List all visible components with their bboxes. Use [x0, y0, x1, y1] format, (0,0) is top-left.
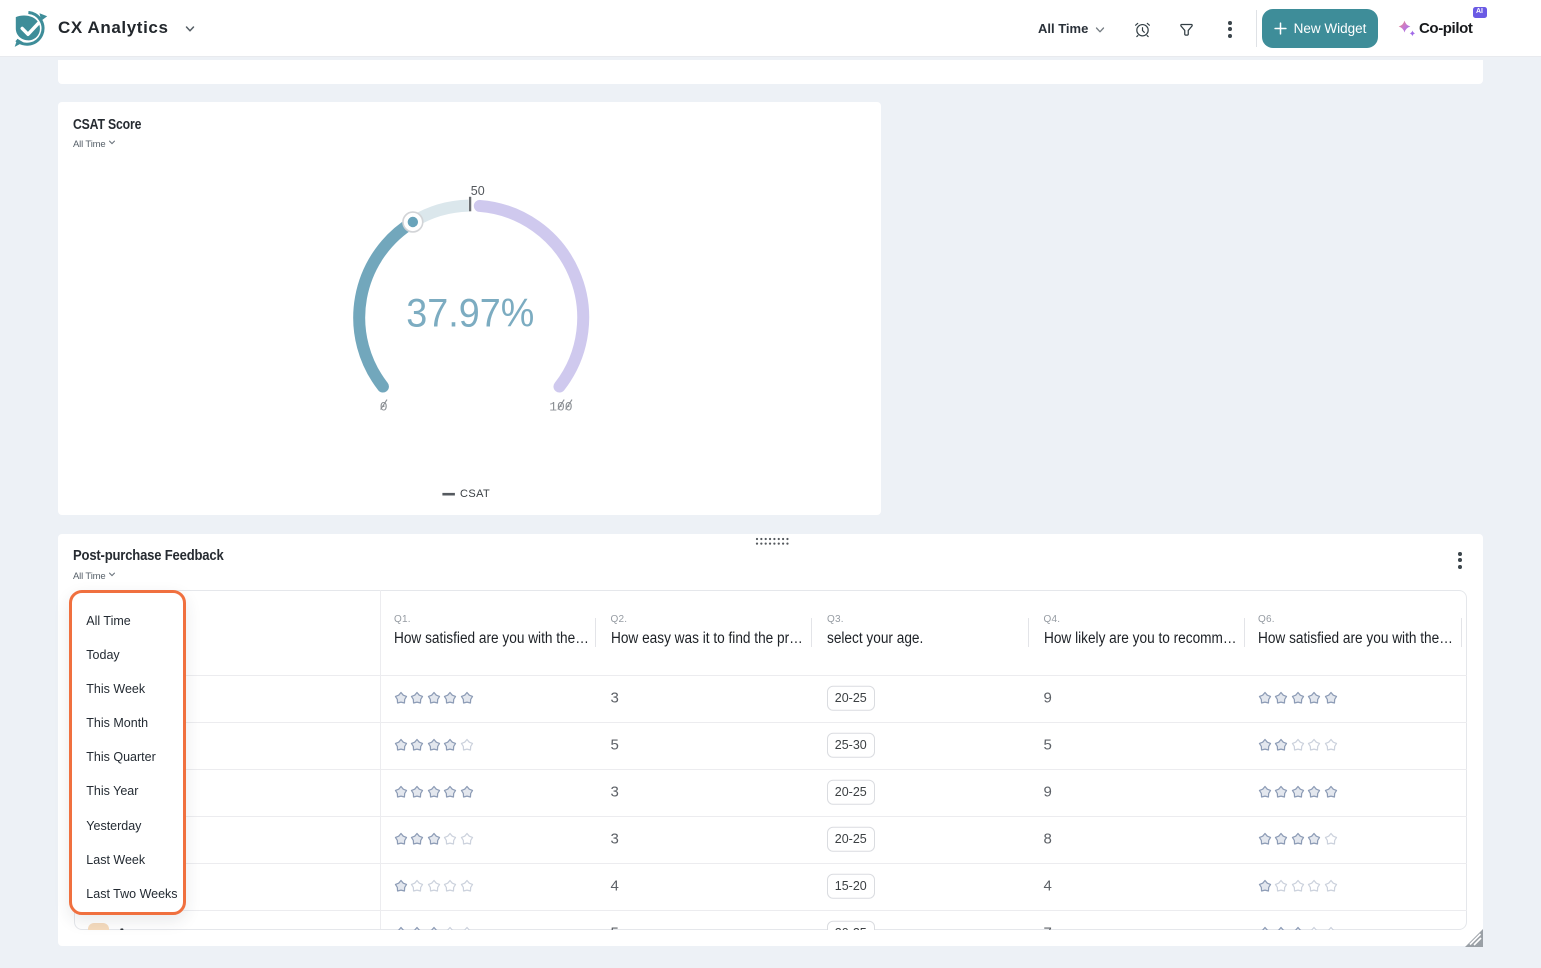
svg-text:37.97%: 37.97%	[406, 292, 534, 336]
svg-text:100: 100	[549, 399, 572, 414]
svg-text:0: 0	[380, 399, 388, 414]
svg-text:CSAT: CSAT	[460, 488, 490, 500]
svg-text:50: 50	[471, 184, 485, 198]
